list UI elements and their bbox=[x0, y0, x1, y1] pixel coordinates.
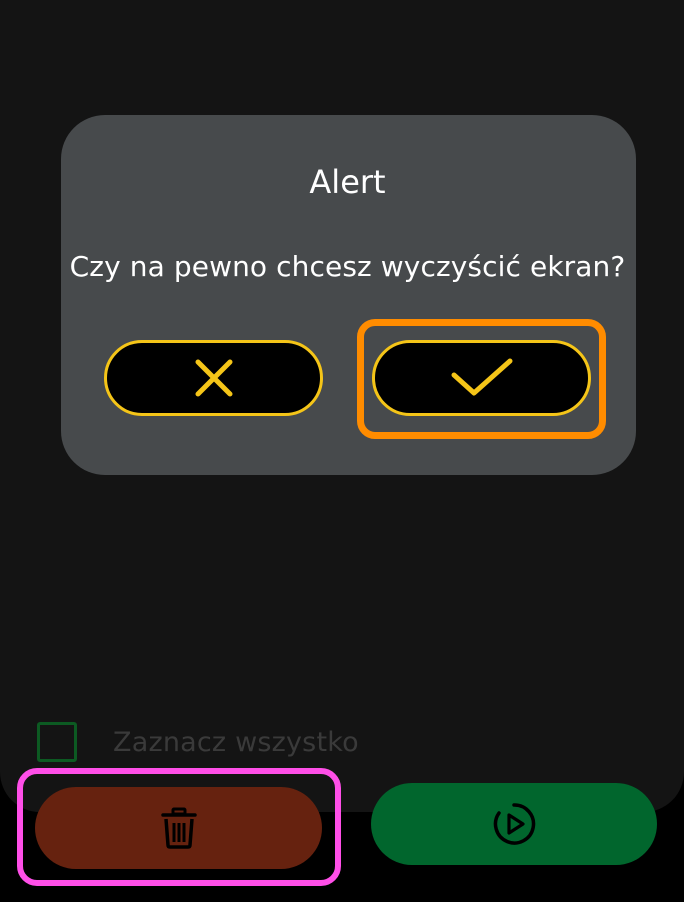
check-icon bbox=[451, 358, 512, 396]
trash-icon bbox=[160, 807, 197, 849]
app-screen: Zaznacz wszystko Alert Czy na pewno chce… bbox=[0, 0, 684, 902]
play-circle-icon bbox=[493, 803, 536, 845]
close-icon bbox=[195, 359, 232, 397]
delete-button[interactable] bbox=[35, 787, 322, 869]
cancel-button[interactable] bbox=[104, 340, 323, 416]
dialog-message: Czy na pewno chcesz wyczyścić ekran? bbox=[69, 250, 626, 283]
dialog-title: Alert bbox=[309, 163, 386, 201]
select-all-row[interactable]: Zaznacz wszystko bbox=[37, 722, 359, 762]
run-button[interactable] bbox=[371, 783, 657, 865]
select-all-label: Zaznacz wszystko bbox=[113, 726, 359, 758]
confirm-button[interactable] bbox=[372, 340, 591, 416]
select-all-checkbox[interactable] bbox=[37, 722, 77, 762]
